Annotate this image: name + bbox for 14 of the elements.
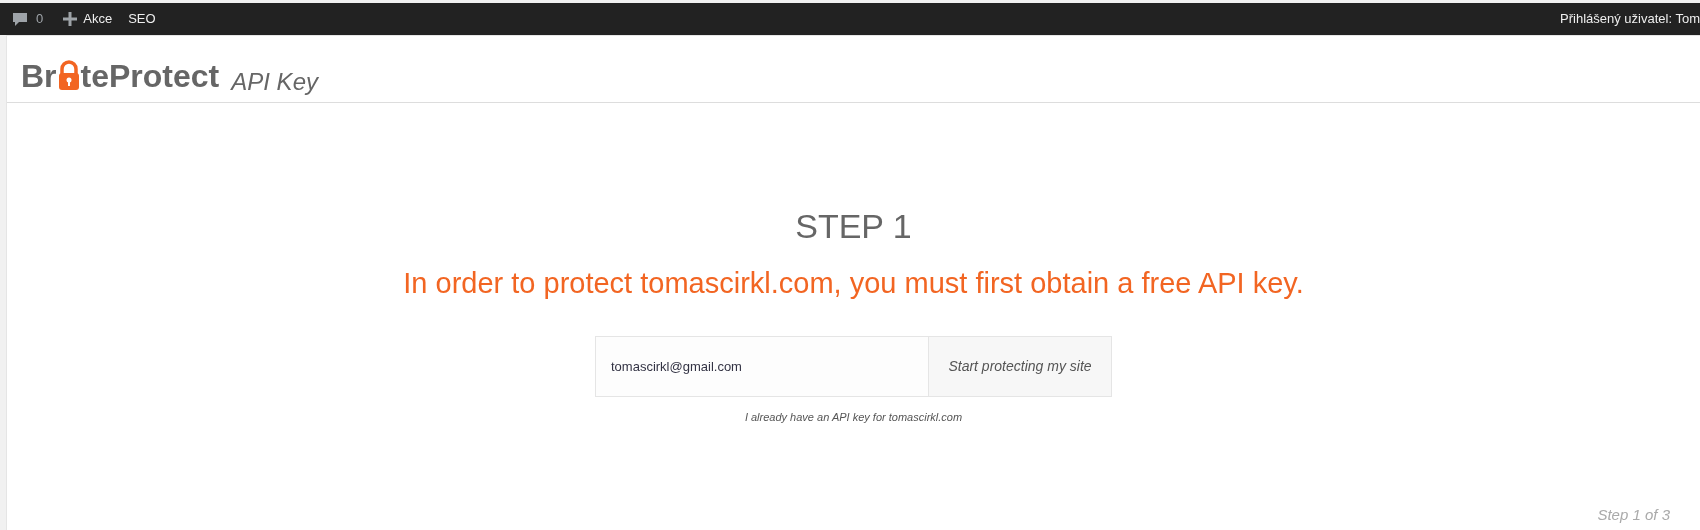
comment-count: 0: [36, 10, 44, 29]
padlock-icon: [57, 60, 80, 92]
comment-icon[interactable]: [12, 11, 28, 27]
seo-menu-link[interactable]: SEO: [128, 9, 156, 29]
new-menu-link[interactable]: Akce: [83, 9, 113, 29]
user-greeting[interactable]: Přihlášený uživatel: Tom: [1560, 9, 1700, 29]
email-input[interactable]: tomascirkl@gmail.com: [595, 336, 929, 397]
start-protecting-button[interactable]: Start protecting my site: [929, 336, 1112, 397]
plus-icon[interactable]: [63, 12, 78, 26]
step-heading: STEP 1: [795, 209, 912, 243]
step-message: In order to protect tomascirkl.com, you must first obtain a free API key.: [403, 269, 1304, 298]
existing-key-link[interactable]: I already have an API key for tomascirkl.com: [744, 409, 963, 426]
logo-text: Br teProtect: [21, 60, 220, 92]
page-subtitle: API Key: [231, 70, 318, 94]
